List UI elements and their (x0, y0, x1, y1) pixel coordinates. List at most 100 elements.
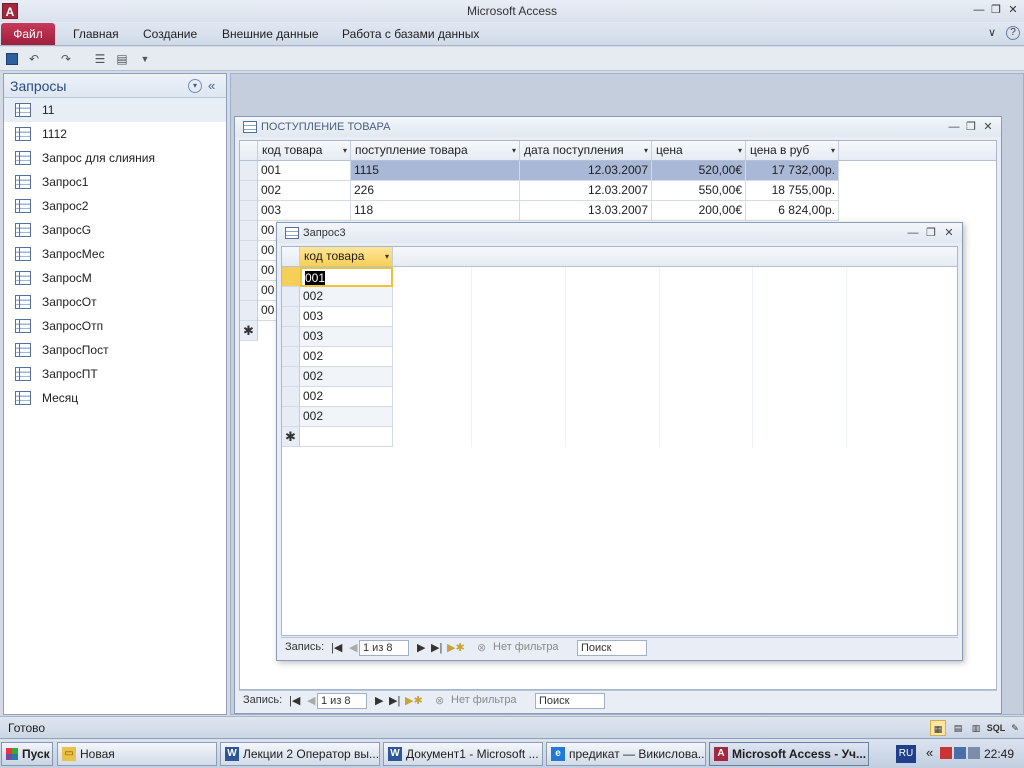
redo-icon[interactable]: ↷ (58, 51, 74, 67)
chevron-down-icon[interactable]: ▾ (343, 141, 347, 160)
row-selector[interactable] (240, 181, 258, 201)
row-selector[interactable] (282, 347, 300, 367)
row-selector[interactable] (282, 407, 300, 427)
restore-icon[interactable]: ❐ (924, 226, 938, 240)
table-cell[interactable]: 13.03.2007 (520, 201, 652, 221)
table-cell[interactable]: 00 (258, 241, 278, 261)
taskbar-item-browser[interactable]: e предикат — Викислова... (546, 742, 706, 766)
table-cell[interactable]: 17 732,00р. (746, 161, 839, 181)
row-selector[interactable] (282, 307, 300, 327)
language-indicator[interactable]: RU (896, 745, 916, 763)
table-cell[interactable]: 003 (300, 307, 393, 327)
table-cell[interactable]: 002 (300, 387, 393, 407)
row-selector[interactable] (240, 281, 258, 301)
row-selector[interactable] (282, 287, 300, 307)
row-selector[interactable] (282, 267, 300, 287)
table-cell[interactable]: 002 (258, 181, 351, 201)
tray-expand-icon[interactable]: « (926, 745, 933, 760)
nav-item-query[interactable]: Запрос2 (4, 194, 226, 218)
nav-title[interactable]: Запросы (10, 78, 66, 94)
row-selector[interactable] (240, 261, 258, 281)
first-record-icon[interactable]: |◀ (331, 641, 342, 654)
pivot-table-view-icon[interactable]: ▤ (950, 720, 966, 736)
print-icon[interactable]: ▤ (114, 51, 130, 67)
restore-icon[interactable]: ❐ (964, 120, 978, 134)
chevron-down-icon[interactable]: ▾ (831, 141, 835, 160)
nav-item-query[interactable]: ЗапросПост (4, 338, 226, 362)
table-cell[interactable]: 002 (300, 367, 393, 387)
table-cell[interactable]: 002 (300, 347, 393, 367)
close-icon[interactable]: ✕ (942, 226, 956, 240)
no-filter-label[interactable]: Нет фильтра (493, 641, 559, 653)
taskbar-item-folder[interactable]: ▭ Новая (57, 742, 217, 766)
select-all-corner[interactable] (282, 247, 300, 267)
chevron-down-icon[interactable]: ▾ (738, 141, 742, 160)
undo-icon[interactable]: ↶ (26, 51, 42, 67)
record-position-input[interactable]: 1 из 8 (317, 693, 367, 709)
minimize-button[interactable]: — (972, 3, 986, 17)
table-cell[interactable]: 003 (258, 201, 351, 221)
nav-item-query[interactable]: 1112 (4, 122, 226, 146)
prev-record-icon[interactable]: ◀ (349, 641, 357, 654)
taskbar-item-word-lectures[interactable]: W Лекции 2 Оператор вы... (220, 742, 380, 766)
window-titlebar[interactable]: Запрос3 — ❐ ✕ (277, 223, 962, 243)
record-position-input[interactable]: 1 из 8 (359, 640, 409, 656)
row-selector[interactable] (282, 387, 300, 407)
row-selector[interactable] (282, 327, 300, 347)
no-filter-icon[interactable]: ⊗ (435, 694, 444, 707)
datasheet-view-icon[interactable]: ▦ (930, 720, 946, 736)
row-selector[interactable] (240, 201, 258, 221)
chevron-down-icon[interactable]: ▾ (385, 247, 389, 266)
sql-view-button[interactable]: SQL (986, 720, 1006, 736)
taskbar-item-access[interactable]: A Microsoft Access - Уч... (709, 742, 869, 766)
close-icon[interactable]: ✕ (981, 120, 995, 134)
design-view-icon[interactable]: ✎ (1007, 720, 1023, 736)
nav-item-query[interactable]: Запрос для слияния (4, 146, 226, 170)
no-filter-icon[interactable]: ⊗ (477, 641, 486, 654)
nav-item-query[interactable]: Месяц (4, 386, 226, 410)
pivot-chart-view-icon[interactable]: ▥ (968, 720, 984, 736)
no-filter-label[interactable]: Нет фильтра (451, 694, 517, 706)
nav-item-query[interactable]: ЗапросПТ (4, 362, 226, 386)
column-header[interactable]: цена в руб ▾ (746, 141, 839, 161)
tab-external-data[interactable]: Внешние данные (222, 27, 319, 41)
minimize-icon[interactable]: — (906, 226, 920, 240)
tab-home[interactable]: Главная (73, 27, 119, 41)
customize-icon[interactable]: ▼ (137, 51, 153, 67)
nav-item-query[interactable]: Запрос1 (4, 170, 226, 194)
column-header[interactable]: цена ▾ (652, 141, 746, 161)
table-cell[interactable]: 002 (300, 407, 393, 427)
collapse-pane-icon[interactable]: « (208, 78, 215, 93)
next-record-icon[interactable]: ▶ (417, 641, 425, 654)
tray-app-icon[interactable] (940, 747, 952, 759)
properties-icon[interactable]: ☰ (92, 51, 108, 67)
table-cell[interactable]: 001 (258, 161, 351, 181)
tab-database-tools[interactable]: Работа с базами данных (342, 27, 479, 41)
tab-file[interactable]: Файл (1, 23, 55, 45)
table-cell[interactable]: 00 (258, 301, 278, 321)
search-input[interactable]: Поиск (535, 693, 605, 709)
nav-item-query[interactable]: ЗапросG (4, 218, 226, 242)
prev-record-icon[interactable]: ◀ (307, 694, 315, 707)
table-cell[interactable]: 550,00€ (652, 181, 746, 201)
row-selector[interactable] (240, 241, 258, 261)
select-all-corner[interactable] (240, 141, 258, 161)
table-cell[interactable]: 18 755,00р. (746, 181, 839, 201)
chevron-down-icon[interactable]: ▾ (644, 141, 648, 160)
row-selector[interactable] (282, 367, 300, 387)
save-icon[interactable] (6, 53, 18, 65)
table-cell[interactable]: 00 (258, 221, 278, 241)
nav-item-query[interactable]: 11 (4, 98, 226, 122)
table-cell[interactable]: 520,00€ (652, 161, 746, 181)
table-cell[interactable]: 1115 (351, 161, 520, 181)
ribbon-minimize-icon[interactable]: ∨ (985, 26, 999, 40)
volume-icon[interactable] (968, 747, 980, 759)
nav-item-query[interactable]: ЗапросМес (4, 242, 226, 266)
table-cell[interactable]: 001 (300, 267, 393, 287)
table-cell[interactable]: 200,00€ (652, 201, 746, 221)
table-cell[interactable]: 6 824,00р. (746, 201, 839, 221)
next-record-icon[interactable]: ▶ (375, 694, 383, 707)
close-button[interactable]: ✕ (1006, 3, 1020, 17)
table-cell[interactable]: 12.03.2007 (520, 181, 652, 201)
new-row-cell[interactable] (300, 427, 393, 447)
